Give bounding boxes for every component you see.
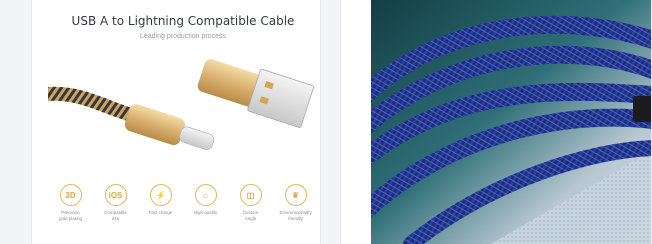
product-card-right[interactable] [340,0,652,244]
cable-illustration [48,59,314,150]
feature-label: High quality [193,210,218,215]
feature-label: Fast charge [148,210,173,215]
product-image-cable[interactable]: USB A to Lightning Compatible Cable Lead… [48,0,318,244]
feature-label: Environmentally friendly [279,210,312,221]
product-photo-braided-cable[interactable] [371,0,652,244]
angle-icon: ◫ [239,184,262,206]
feature-item: ⚡ Fast charge [141,184,181,216]
feature-label: Compatible iOS [104,210,127,221]
product-card-left[interactable]: USB A to Lightning Compatible Cable Lead… [31,0,321,244]
feature-list: 3D Precision gold plating iOS Compatible i… [48,184,318,244]
feature-item: iOS Compatible iOS [96,184,136,222]
quality-icon: ⌂ [194,184,217,206]
feature-item: ❦ Environmentally friendly [276,184,316,222]
ios-icon: iOS [104,184,127,206]
feature-item: ⌂ High quality [186,184,226,216]
feature-item: ◫ Custom Angle [231,184,271,222]
leaf-icon: ❦ [284,184,307,206]
3d-icon: 3D [59,184,82,206]
feature-item: 3D Precision gold plating [51,184,91,222]
feature-label: Precision gold plating [58,210,83,221]
feature-label: Custom Angle [242,210,259,221]
product-subtitle: Leading production process [139,33,226,40]
lightning-icon: ⚡ [149,184,172,206]
product-title: USB A to Lightning Compatible Cable [71,14,295,28]
